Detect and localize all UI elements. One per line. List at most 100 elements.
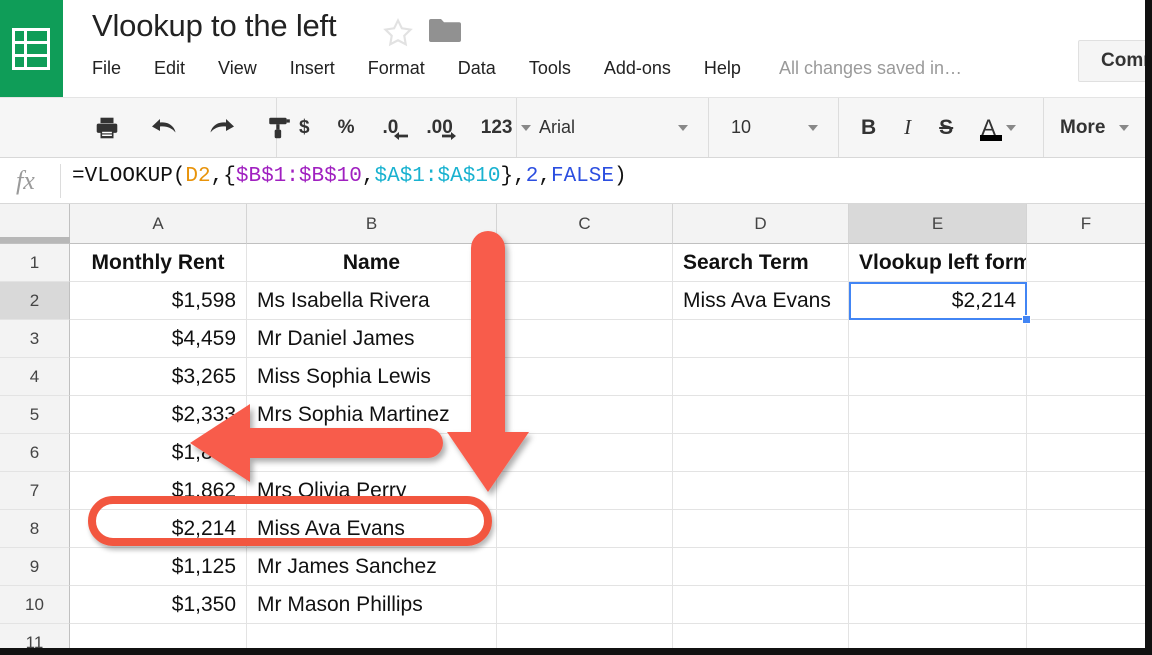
cell-b11[interactable]: [247, 624, 497, 648]
cell-d6[interactable]: [673, 434, 849, 472]
cell-b1[interactable]: Name: [247, 244, 497, 282]
cell-f3[interactable]: [1027, 320, 1145, 358]
menu-item-view[interactable]: View: [218, 56, 257, 81]
column-header-d[interactable]: D: [673, 204, 849, 244]
cell-f5[interactable]: [1027, 396, 1145, 434]
menu-item-format[interactable]: Format: [368, 56, 425, 81]
cell-f7[interactable]: [1027, 472, 1145, 510]
menu-item-addons[interactable]: Add-ons: [604, 56, 671, 81]
cell-d5[interactable]: [673, 396, 849, 434]
column-header-a[interactable]: A: [70, 204, 247, 244]
row-header-11[interactable]: 11: [0, 624, 70, 648]
row-header-3[interactable]: 3: [0, 320, 70, 358]
toolbar-group-font-family[interactable]: Arial: [517, 98, 709, 157]
cell-c8[interactable]: [497, 510, 673, 548]
cell-a5[interactable]: $2,333: [70, 396, 247, 434]
spreadsheet-grid[interactable]: A B C D E F 1 2 3 4 5 6 7 8 9 10 11 Mont…: [0, 204, 1145, 648]
row-header-5[interactable]: 5: [0, 396, 70, 434]
cell-c10[interactable]: [497, 586, 673, 624]
cell-c3[interactable]: [497, 320, 673, 358]
cell-d7[interactable]: [673, 472, 849, 510]
cell-d11[interactable]: [673, 624, 849, 648]
row-header-4[interactable]: 4: [0, 358, 70, 396]
decrease-decimal-button[interactable]: .0: [382, 117, 398, 139]
bold-button[interactable]: B: [861, 116, 876, 140]
cell-e9[interactable]: [849, 548, 1027, 586]
menu-item-help[interactable]: Help: [704, 56, 741, 81]
cell-e11[interactable]: [849, 624, 1027, 648]
cell-a9[interactable]: $1,125: [70, 548, 247, 586]
toolbar-group-more[interactable]: More: [1044, 98, 1145, 157]
cell-c6[interactable]: [497, 434, 673, 472]
row-header-10[interactable]: 10: [0, 586, 70, 624]
cell-c1[interactable]: [497, 244, 673, 282]
cell-e6[interactable]: [849, 434, 1027, 472]
cell-c7[interactable]: [497, 472, 673, 510]
cell-a4[interactable]: $3,265: [70, 358, 247, 396]
cell-a3[interactable]: $4,459: [70, 320, 247, 358]
cell-d2[interactable]: Miss Ava Evans: [673, 282, 849, 320]
cell-e5[interactable]: [849, 396, 1027, 434]
row-header-6[interactable]: 6: [0, 434, 70, 472]
cell-d3[interactable]: [673, 320, 849, 358]
cell-f2[interactable]: [1027, 282, 1145, 320]
undo-button[interactable]: [150, 115, 178, 141]
comment-button[interactable]: Comment: [1078, 40, 1152, 82]
cell-a10[interactable]: $1,350: [70, 586, 247, 624]
percent-format-button[interactable]: %: [338, 117, 355, 139]
cell-c4[interactable]: [497, 358, 673, 396]
cell-f1[interactable]: [1027, 244, 1145, 282]
column-header-e[interactable]: E: [849, 204, 1027, 244]
cell-a2[interactable]: $1,598: [70, 282, 247, 320]
cell-f10[interactable]: [1027, 586, 1145, 624]
select-all-corner[interactable]: [0, 204, 70, 244]
menu-item-edit[interactable]: Edit: [154, 56, 185, 81]
column-header-b[interactable]: B: [247, 204, 497, 244]
cell-e8[interactable]: [849, 510, 1027, 548]
cell-a11[interactable]: [70, 624, 247, 648]
print-button[interactable]: [94, 115, 120, 141]
cell-e3[interactable]: [849, 320, 1027, 358]
row-header-1[interactable]: 1: [0, 244, 70, 282]
document-title[interactable]: Vlookup to the left: [92, 8, 336, 44]
fill-handle[interactable]: [1022, 315, 1031, 324]
cell-f6[interactable]: [1027, 434, 1145, 472]
cell-b2[interactable]: Ms Isabella Rivera: [247, 282, 497, 320]
cell-b5[interactable]: Mrs Sophia Martinez: [247, 396, 497, 434]
menu-item-insert[interactable]: Insert: [290, 56, 335, 81]
cell-d8[interactable]: [673, 510, 849, 548]
italic-button[interactable]: I: [904, 115, 911, 140]
text-color-button[interactable]: A: [981, 115, 1016, 141]
cell-b6[interactable]: [247, 434, 497, 472]
cell-a1[interactable]: Monthly Rent: [70, 244, 247, 282]
cell-e4[interactable]: [849, 358, 1027, 396]
cell-e7[interactable]: [849, 472, 1027, 510]
cell-f8[interactable]: [1027, 510, 1145, 548]
row-header-9[interactable]: 9: [0, 548, 70, 586]
formula-input[interactable]: =VLOOKUP(D2,{$B$1:$B$10,$A$1:$A$10},2,FA…: [72, 165, 627, 188]
cell-f4[interactable]: [1027, 358, 1145, 396]
star-outline-icon[interactable]: [382, 17, 414, 49]
cell-b4[interactable]: Miss Sophia Lewis: [247, 358, 497, 396]
increase-decimal-button[interactable]: .00: [426, 117, 452, 139]
cell-b9[interactable]: Mr James Sanchez: [247, 548, 497, 586]
menu-item-data[interactable]: Data: [458, 56, 496, 81]
menu-item-tools[interactable]: Tools: [529, 56, 571, 81]
cell-c11[interactable]: [497, 624, 673, 648]
cell-c9[interactable]: [497, 548, 673, 586]
cell-c5[interactable]: [497, 396, 673, 434]
strikethrough-button[interactable]: S: [939, 116, 953, 140]
cell-d4[interactable]: [673, 358, 849, 396]
row-header-7[interactable]: 7: [0, 472, 70, 510]
folder-icon[interactable]: [428, 16, 462, 44]
column-header-c[interactable]: C: [497, 204, 673, 244]
cell-c2[interactable]: [497, 282, 673, 320]
cell-f11[interactable]: [1027, 624, 1145, 648]
row-header-8[interactable]: 8: [0, 510, 70, 548]
cell-b3[interactable]: Mr Daniel James: [247, 320, 497, 358]
toolbar-group-font-size[interactable]: 10: [709, 98, 839, 157]
cell-e1[interactable]: Vlookup left formula: [849, 244, 1027, 282]
column-header-f[interactable]: F: [1027, 204, 1145, 244]
cell-a6[interactable]: $1,833: [70, 434, 247, 472]
redo-button[interactable]: [208, 115, 236, 141]
